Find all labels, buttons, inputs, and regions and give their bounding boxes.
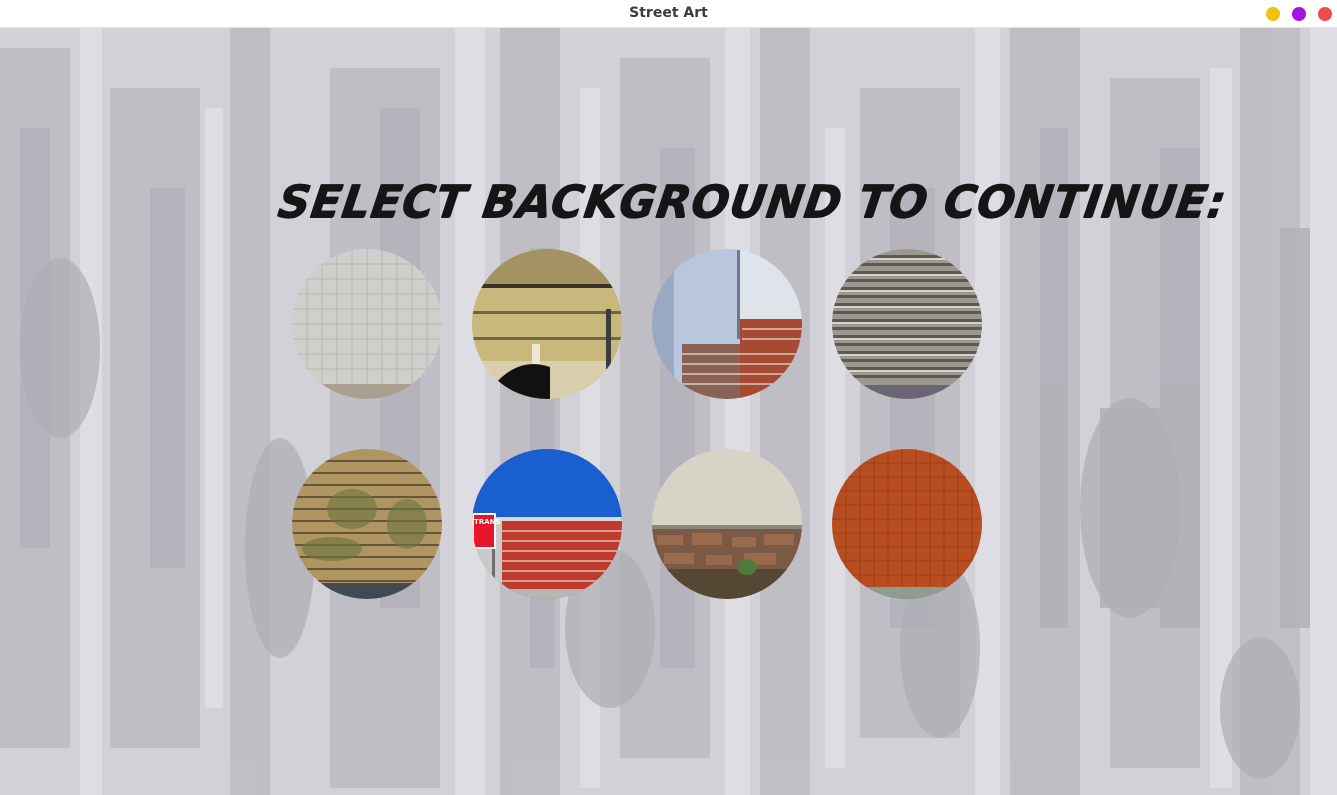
page-heading: SELECT BACKGROUND TO CONTINUE: <box>274 176 1230 229</box>
background-picker-screen: SELECT BACKGROUND TO CONTINUE: TRANS <box>0 28 1337 795</box>
roller-shutter-thumbnail <box>832 249 982 399</box>
background-option-white-tiles[interactable] <box>292 249 442 399</box>
app-window: Street Art SELECT BACKGROUND TO CONTINUE… <box>0 0 1337 795</box>
minimize-button[interactable] <box>1266 7 1280 21</box>
background-option-orange-tiles[interactable] <box>832 449 982 599</box>
blue-plaster-thumbnail <box>652 249 802 399</box>
close-button[interactable] <box>1318 7 1332 21</box>
background-option-roller-shutter[interactable] <box>832 249 982 399</box>
window-title: Street Art <box>629 5 708 21</box>
white-tiles-thumbnail <box>292 249 442 399</box>
grunge-texture <box>0 28 1337 795</box>
background-option-yellow-brick[interactable] <box>292 449 442 599</box>
orange-tiles-thumbnail <box>832 449 982 599</box>
background-option-concrete-stone[interactable] <box>652 449 802 599</box>
yellow-brick-thumbnail <box>292 449 442 599</box>
trans-sign: TRANS <box>472 513 500 549</box>
title-bar[interactable]: Street Art <box>0 0 1337 28</box>
yellow-stone-thumbnail <box>472 249 622 399</box>
background-option-blue-plaster[interactable] <box>652 249 802 399</box>
background-option-yellow-stone[interactable] <box>472 249 622 399</box>
concrete-stone-thumbnail <box>652 449 802 599</box>
maximize-button[interactable] <box>1292 7 1306 21</box>
background-option-blue-red-brick[interactable]: TRANS <box>472 449 622 599</box>
